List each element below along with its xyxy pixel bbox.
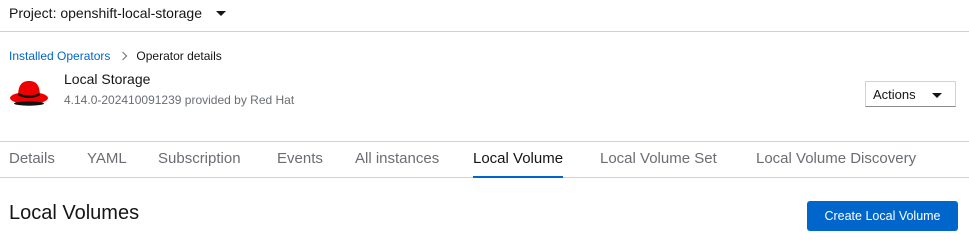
- caret-down-icon: [216, 10, 226, 16]
- tab-local-volume[interactable]: Local Volume: [473, 142, 564, 178]
- tab-bar: Details YAML Subscription Events All ins…: [0, 141, 969, 178]
- page-title: Local Volumes: [9, 202, 140, 224]
- breadcrumb-installed-operators[interactable]: Installed Operators: [9, 49, 110, 63]
- operator-name: Local Storage: [64, 71, 151, 87]
- project-label: Project: openshift-local-storage: [9, 5, 202, 21]
- actions-label: Actions: [873, 86, 916, 102]
- breadcrumb: Installed Operators Operator details: [9, 49, 222, 63]
- breadcrumb-current: Operator details: [136, 49, 222, 63]
- project-bar: Project: openshift-local-storage: [0, 0, 969, 32]
- chevron-right-icon: [119, 51, 128, 61]
- operator-version-provider: 4.14.0-202410091239 provided by Red Hat: [64, 93, 295, 107]
- tab-local-volume-discovery[interactable]: Local Volume Discovery: [756, 142, 916, 178]
- tab-subscription[interactable]: Subscription: [158, 142, 241, 178]
- actions-dropdown[interactable]: Actions: [865, 81, 956, 107]
- tab-local-volume-set[interactable]: Local Volume Set: [600, 142, 717, 178]
- project-selector[interactable]: Project: openshift-local-storage: [9, 5, 226, 21]
- redhat-logo-icon: [10, 81, 48, 106]
- create-local-volume-button[interactable]: Create Local Volume: [807, 201, 958, 231]
- tab-events[interactable]: Events: [277, 142, 323, 178]
- tab-yaml[interactable]: YAML: [87, 142, 127, 178]
- tab-all-instances[interactable]: All instances: [355, 142, 439, 178]
- tab-details[interactable]: Details: [9, 142, 55, 178]
- caret-down-icon: [932, 93, 942, 98]
